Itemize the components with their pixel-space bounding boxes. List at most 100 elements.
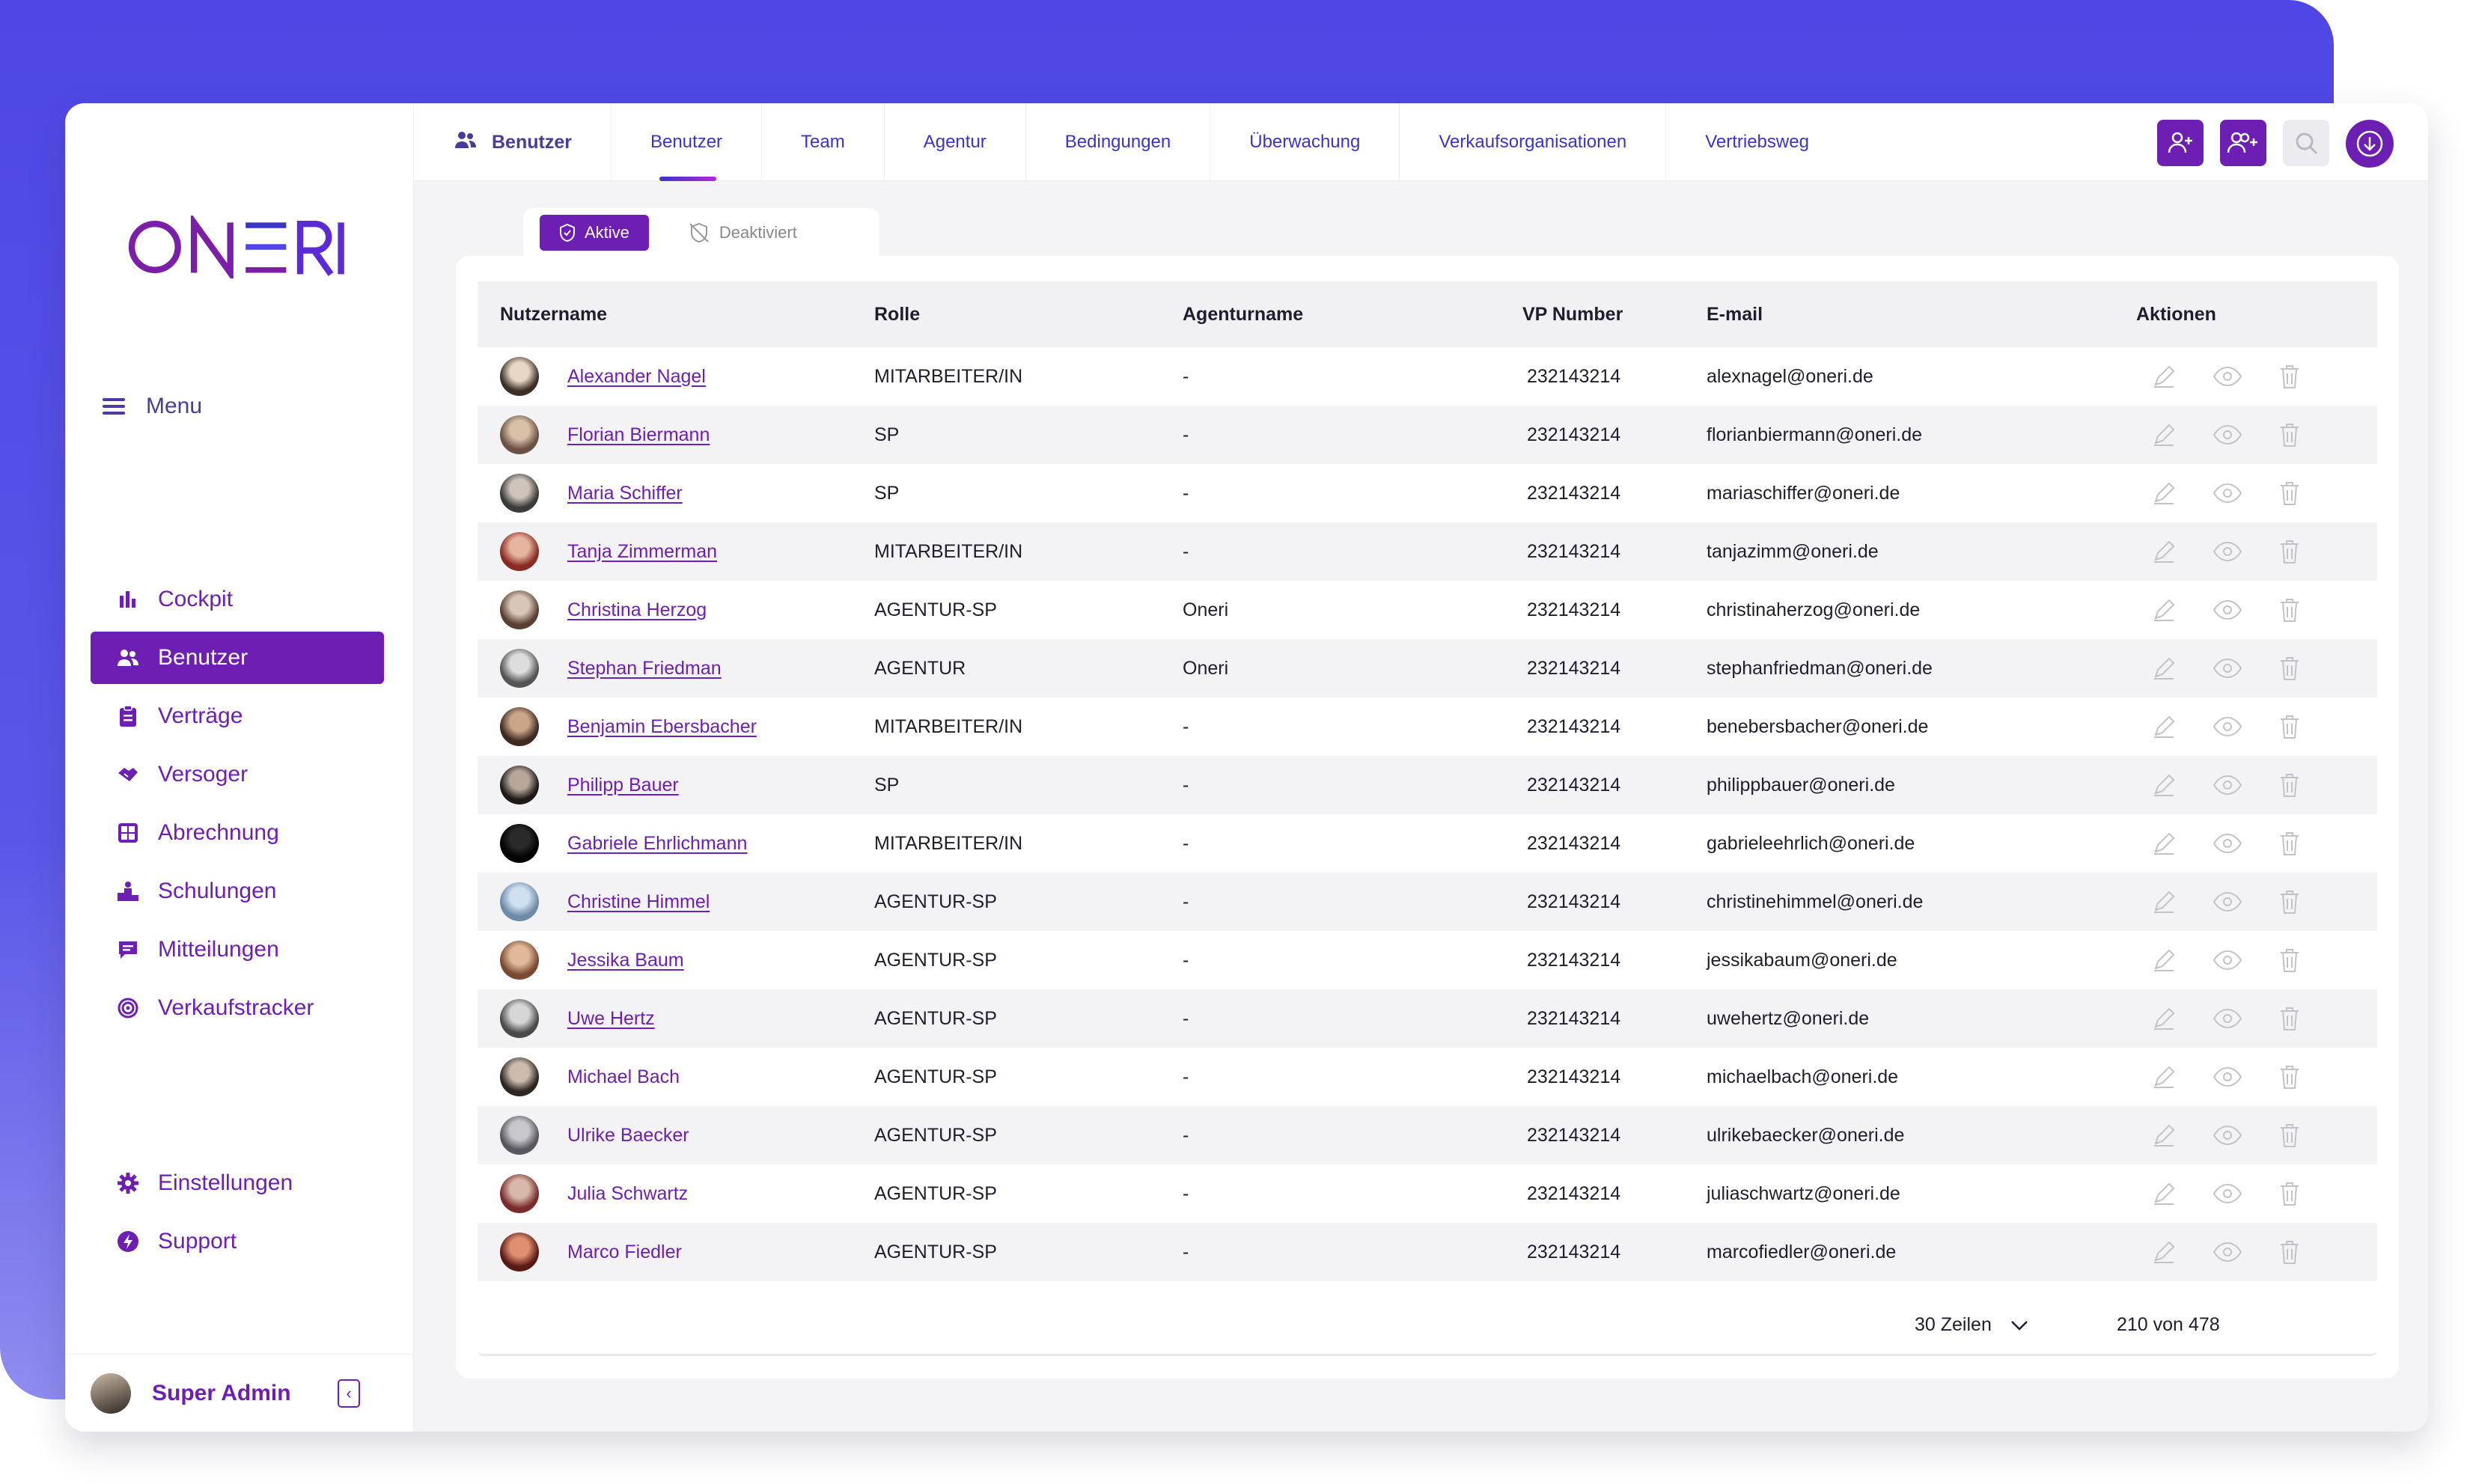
sidebar-item-mitteilungen[interactable]: Mitteilungen bbox=[91, 923, 384, 976]
user-name-link[interactable]: Julia Schwartz bbox=[567, 1183, 688, 1205]
tab-team[interactable]: Team bbox=[762, 103, 885, 181]
edit-icon[interactable] bbox=[2151, 714, 2177, 739]
user-name-link[interactable]: Maria Schiffer bbox=[567, 483, 683, 504]
view-icon[interactable] bbox=[2213, 482, 2242, 504]
sidebar-item-verkaufstracker[interactable]: Verkaufstracker bbox=[91, 982, 384, 1034]
delete-icon[interactable] bbox=[2278, 539, 2301, 564]
menu-toggle[interactable]: Menu bbox=[103, 394, 202, 419]
user-name-link[interactable]: Alexander Nagel bbox=[567, 366, 706, 388]
column-header-agenturname[interactable]: Agenturname bbox=[1183, 281, 1522, 347]
user-name[interactable]: Super Admin bbox=[152, 1381, 317, 1406]
edit-icon[interactable] bbox=[2151, 1123, 2177, 1148]
user-name-link[interactable]: Tanja Zimmerman bbox=[567, 541, 717, 563]
user-name-link[interactable]: Benjamin Ebersbacher bbox=[567, 716, 757, 738]
edit-icon[interactable] bbox=[2151, 889, 2177, 914]
edit-icon[interactable] bbox=[2151, 1064, 2177, 1090]
delete-icon[interactable] bbox=[2278, 1064, 2301, 1090]
sidebar-item-versoger[interactable]: Versoger bbox=[91, 748, 384, 801]
view-icon[interactable] bbox=[2213, 1124, 2242, 1146]
sidebar-item-support[interactable]: Support bbox=[91, 1215, 384, 1268]
edit-icon[interactable] bbox=[2151, 1181, 2177, 1206]
delete-icon[interactable] bbox=[2278, 889, 2301, 914]
column-header-vp-number[interactable]: VP Number bbox=[1522, 281, 1707, 347]
rows-per-page-select[interactable]: 30 Zeilen bbox=[1915, 1314, 2029, 1336]
add-user-button[interactable] bbox=[2157, 120, 2204, 166]
sidebar-item-benutzer[interactable]: Benutzer bbox=[91, 632, 384, 684]
view-icon[interactable] bbox=[2213, 540, 2242, 563]
edit-icon[interactable] bbox=[2151, 947, 2177, 973]
view-icon[interactable] bbox=[2213, 365, 2242, 388]
user-name-link[interactable]: Michael Bach bbox=[567, 1066, 680, 1088]
sidebar-item-schulungen[interactable]: Schulungen bbox=[91, 865, 384, 917]
view-icon[interactable] bbox=[2213, 1241, 2242, 1263]
delete-icon[interactable] bbox=[2278, 714, 2301, 739]
edit-icon[interactable] bbox=[2151, 831, 2177, 856]
delete-icon[interactable] bbox=[2278, 597, 2301, 623]
user-name-link[interactable]: Marco Fiedler bbox=[567, 1242, 682, 1263]
user-name-link[interactable]: Jessika Baum bbox=[567, 950, 684, 971]
filter-deaktiviert-button[interactable]: Deaktiviert bbox=[680, 215, 805, 251]
delete-icon[interactable] bbox=[2278, 656, 2301, 681]
edit-icon[interactable] bbox=[2151, 772, 2177, 798]
delete-icon[interactable] bbox=[2278, 1123, 2301, 1148]
filter-aktive-button[interactable]: Aktive bbox=[540, 215, 649, 251]
tab-bedingungen[interactable]: Bedingungen bbox=[1026, 103, 1211, 181]
delete-icon[interactable] bbox=[2278, 831, 2301, 856]
edit-icon[interactable] bbox=[2151, 597, 2177, 623]
delete-icon[interactable] bbox=[2278, 772, 2301, 798]
edit-icon[interactable] bbox=[2151, 480, 2177, 506]
sidebar-item-abrechnung[interactable]: Abrechnung bbox=[91, 807, 384, 859]
agency-cell: - bbox=[1183, 989, 1522, 1048]
edit-icon[interactable] bbox=[2151, 1239, 2177, 1265]
edit-icon[interactable] bbox=[2151, 656, 2177, 681]
tab-benutzer[interactable]: Benutzer bbox=[612, 103, 763, 181]
delete-icon[interactable] bbox=[2278, 364, 2301, 389]
delete-icon[interactable] bbox=[2278, 422, 2301, 448]
view-icon[interactable] bbox=[2213, 891, 2242, 913]
user-name-link[interactable]: Ulrike Baecker bbox=[567, 1125, 689, 1146]
view-icon[interactable] bbox=[2213, 774, 2242, 796]
column-header-nutzername[interactable]: Nutzername bbox=[478, 281, 874, 347]
view-icon[interactable] bbox=[2213, 1182, 2242, 1205]
role-cell: AGENTUR-SP bbox=[874, 873, 1183, 931]
view-icon[interactable] bbox=[2213, 424, 2242, 446]
avatar[interactable] bbox=[91, 1372, 131, 1414]
user-name-link[interactable]: Christine Himmel bbox=[567, 891, 710, 913]
user-name-link[interactable]: Gabriele Ehrlichmann bbox=[567, 833, 747, 855]
edit-icon[interactable] bbox=[2151, 422, 2177, 448]
user-name-link[interactable]: Philipp Bauer bbox=[567, 775, 679, 796]
column-header-email[interactable]: E-mail bbox=[1707, 281, 2136, 347]
user-name-link[interactable]: Stephan Friedman bbox=[567, 658, 722, 680]
search-button[interactable] bbox=[2283, 120, 2329, 166]
tab-agentur[interactable]: Agentur bbox=[885, 103, 1026, 181]
view-icon[interactable] bbox=[2213, 832, 2242, 855]
tab-verkaufsorganisationen[interactable]: Verkaufsorganisationen bbox=[1400, 103, 1667, 181]
delete-icon[interactable] bbox=[2278, 947, 2301, 973]
column-header-rolle[interactable]: Rolle bbox=[874, 281, 1183, 347]
view-icon[interactable] bbox=[2213, 949, 2242, 971]
view-icon[interactable] bbox=[2213, 657, 2242, 680]
tab-ueberwachung[interactable]: Überwachung bbox=[1210, 103, 1400, 181]
sidebar-item-einstellungen[interactable]: Einstellungen bbox=[91, 1157, 384, 1209]
edit-icon[interactable] bbox=[2151, 364, 2177, 389]
user-name-link[interactable]: Uwe Hertz bbox=[567, 1008, 655, 1030]
user-name-link[interactable]: Florian Biermann bbox=[567, 424, 710, 446]
view-icon[interactable] bbox=[2213, 599, 2242, 621]
download-button[interactable] bbox=[2346, 120, 2394, 168]
tab-vertriebsweg[interactable]: Vertriebsweg bbox=[1666, 103, 1848, 181]
add-team-button[interactable] bbox=[2220, 120, 2266, 166]
chevron-down-icon bbox=[2010, 1320, 2028, 1331]
user-name-link[interactable]: Christina Herzog bbox=[567, 599, 707, 621]
sidebar-item-vertraege[interactable]: Verträge bbox=[91, 690, 384, 742]
collapse-sidebar-button[interactable]: ‹ bbox=[338, 1378, 360, 1408]
delete-icon[interactable] bbox=[2278, 1006, 2301, 1031]
edit-icon[interactable] bbox=[2151, 539, 2177, 564]
view-icon[interactable] bbox=[2213, 1007, 2242, 1030]
view-icon[interactable] bbox=[2213, 715, 2242, 738]
delete-icon[interactable] bbox=[2278, 1239, 2301, 1265]
sidebar-item-cockpit[interactable]: Cockpit bbox=[91, 573, 384, 626]
view-icon[interactable] bbox=[2213, 1066, 2242, 1088]
delete-icon[interactable] bbox=[2278, 480, 2301, 506]
delete-icon[interactable] bbox=[2278, 1181, 2301, 1206]
edit-icon[interactable] bbox=[2151, 1006, 2177, 1031]
